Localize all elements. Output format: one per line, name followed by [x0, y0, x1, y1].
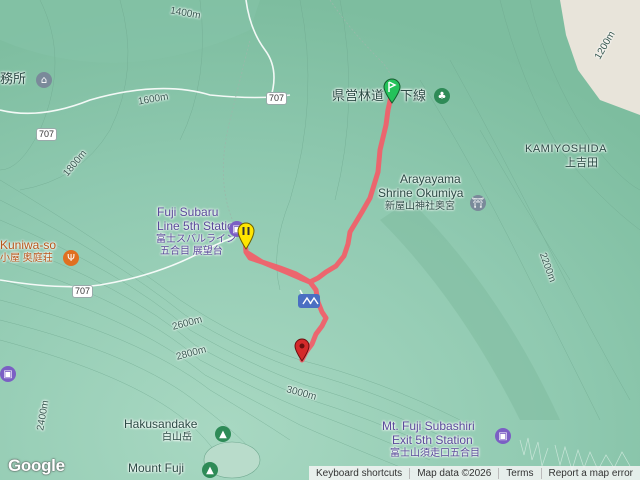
road-shield: 707 [72, 285, 94, 298]
bus-station-icon[interactable]: ▣ [495, 428, 511, 444]
map-footer: Keyboard shortcuts Map data ©2026 Terms … [309, 466, 640, 480]
label-arayayama-ja: 新屋山神社奥宮 [385, 201, 455, 212]
google-logo: Google [8, 456, 65, 475]
restaurant-icon[interactable]: Ψ [63, 250, 79, 266]
label-arayayama-shrine: Shrine Okumiya [378, 186, 464, 200]
label-kuniwa-so: Kuniwa-so [0, 238, 57, 252]
map-canvas[interactable]: 707 707 707 1400m 1600m 1800m 2600m 2800… [0, 0, 640, 480]
route-direction-marker [298, 294, 320, 308]
label-subashiri: Mt. Fuji Subashiri [382, 419, 475, 433]
label-hakusandake: Hakusandake [124, 417, 198, 431]
mountain-peak-icon[interactable]: ▲ [215, 426, 231, 442]
waypoint-pause-pin[interactable] [237, 222, 255, 250]
map-data-attribution[interactable]: Map data ©2026 [409, 467, 498, 479]
label-kuniwa-ja: 小屋 奥庭荘 [0, 253, 53, 264]
keyboard-shortcuts-link[interactable]: Keyboard shortcuts [309, 468, 409, 479]
label-subashiri-ja: 富士山須走口五合目 [390, 448, 480, 459]
terrain-layer [0, 0, 640, 480]
shrine-icon[interactable]: ⛩ [470, 195, 486, 211]
label-subashiri-exit: Exit 5th Station [392, 433, 473, 447]
label-office: 務所 [0, 71, 27, 86]
label-fuji-subaru-ja: 富士スバルライン [156, 234, 236, 245]
label-fuji-subaru: Fuji Subaru [157, 205, 219, 219]
label-kamiyoshida-ja: 上吉田 [565, 157, 598, 169]
label-kamiyoshida: KAMIYOSHIDA [525, 143, 607, 155]
report-error-link[interactable]: Report a map error [540, 467, 640, 479]
road-shield: 707 [266, 92, 288, 105]
terms-link[interactable]: Terms [498, 467, 540, 479]
label-prefectural-forest-road: 県営林道 下線 [332, 88, 427, 103]
label-fuji-subaru-station: Line 5th Station [157, 219, 241, 233]
label-fuji-subaru-ja2: 五合目 展望台 [160, 246, 223, 257]
government-building-icon[interactable]: ⌂ [36, 72, 52, 88]
label-mount-fuji: Mount Fuji [128, 461, 185, 475]
park-icon[interactable]: ♣ [434, 88, 450, 104]
road-shield: 707 [36, 128, 58, 141]
label-hakusandake-ja: 白山岳 [162, 432, 192, 443]
start-flag-pin[interactable] [383, 78, 401, 104]
mountain-peak-icon[interactable]: ▲ [202, 462, 218, 478]
bus-stop-icon[interactable]: ▣ [0, 366, 16, 382]
end-location-pin[interactable] [294, 338, 310, 362]
label-arayayama: Arayayama [400, 172, 461, 186]
